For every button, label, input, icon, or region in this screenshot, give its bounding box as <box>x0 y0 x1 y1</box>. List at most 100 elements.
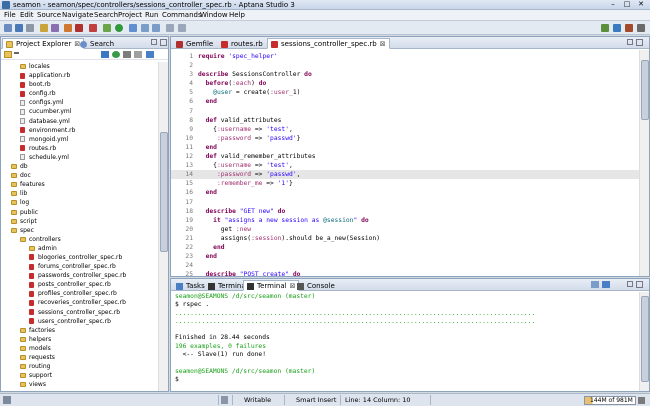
filter-icon[interactable] <box>123 51 131 58</box>
tree-item[interactable]: db <box>1 162 159 171</box>
console-scroll-thumb[interactable] <box>641 296 649 382</box>
code-line[interactable]: 16 end <box>171 188 641 197</box>
tree-item[interactable]: requests <box>1 353 159 362</box>
code-line[interactable]: 19 it "assigns a new session as @session… <box>171 216 641 225</box>
search-icon[interactable] <box>129 24 137 32</box>
tree-item[interactable]: factories <box>1 326 159 335</box>
tree-item[interactable]: config.rb <box>1 89 159 98</box>
tree-item[interactable]: spec <box>1 226 159 235</box>
refresh-icon[interactable] <box>146 51 154 58</box>
tab-console[interactable]: Console <box>293 280 339 291</box>
tree-item[interactable]: public <box>1 208 159 217</box>
view-menu-icon[interactable] <box>134 51 142 58</box>
tree-item[interactable]: locales <box>1 62 159 71</box>
tree-item[interactable]: doc <box>1 171 159 180</box>
editor-scrollbar[interactable] <box>639 50 649 276</box>
tree-item[interactable]: lib <box>1 189 159 198</box>
code-line[interactable]: 6 end <box>171 97 641 106</box>
tree-item[interactable]: log <box>1 198 159 207</box>
code-line[interactable]: 4 before(:each) do <box>171 79 641 88</box>
chevron-down-icon[interactable] <box>14 52 19 57</box>
code-line[interactable]: 14 :password => 'passwd', <box>171 170 641 180</box>
tree-item[interactable]: routes.rb <box>1 144 159 153</box>
tree-item[interactable]: boot.rb <box>1 80 159 89</box>
tree-item[interactable]: passwords_controller_spec.rb <box>1 271 159 280</box>
code-line[interactable]: 9 {:username => 'test', <box>171 125 641 134</box>
tree-item[interactable]: script <box>1 217 159 226</box>
code-line[interactable]: 5 @user = create(:user_1) <box>171 88 641 97</box>
tree-item[interactable]: application.rb <box>1 71 159 80</box>
menu-file[interactable]: File <box>4 11 16 19</box>
tree-item[interactable]: environment.rb <box>1 126 159 135</box>
code-line[interactable]: 18 describe "GET new" do <box>171 207 641 216</box>
code-line[interactable]: 17 <box>171 198 641 207</box>
perspective-more-icon[interactable] <box>637 24 645 32</box>
code-line[interactable]: 22 end <box>171 243 641 252</box>
tree-item[interactable]: support <box>1 371 159 380</box>
editor-scroll-thumb[interactable] <box>641 60 649 120</box>
maximize-button[interactable]: □ <box>620 0 634 9</box>
deploy-icon[interactable] <box>89 24 97 32</box>
menu-project[interactable]: Project <box>118 11 142 19</box>
new-terminal-icon[interactable] <box>602 281 610 288</box>
tab-terminal-2[interactable]: Terminal ⊠ <box>243 280 300 291</box>
perspective-debug-icon[interactable] <box>625 24 633 32</box>
history-icon[interactable] <box>178 24 186 32</box>
tools-icon[interactable] <box>64 24 72 32</box>
code-line[interactable]: 11 end <box>171 143 641 152</box>
menu-window[interactable]: Window <box>200 11 228 19</box>
code-line[interactable]: 15 :remember_me => '1'} <box>171 179 641 188</box>
console-display-icon[interactable] <box>591 281 599 288</box>
code-line[interactable]: 7 <box>171 107 641 116</box>
print-icon[interactable] <box>26 24 34 32</box>
code-line[interactable]: 13 {:username => 'test', <box>171 161 641 170</box>
code-line[interactable]: 3 describe SessionsController do <box>171 70 641 79</box>
settings-icon[interactable] <box>51 24 59 32</box>
minimize-view-icon[interactable] <box>627 39 633 45</box>
tab-search[interactable]: Search <box>76 38 118 49</box>
menu-edit[interactable]: Edit <box>20 11 34 19</box>
minimize-view-icon[interactable] <box>151 39 157 45</box>
code-line[interactable]: 20 get :new <box>171 225 641 234</box>
tree-item[interactable]: models <box>1 344 159 353</box>
explorer-scroll-thumb[interactable] <box>160 132 168 252</box>
terminal-output[interactable]: seamon@SEAMONS /d/src/seamon (master) $ r… <box>175 293 637 391</box>
collapse-all-icon[interactable] <box>101 51 109 58</box>
code-line[interactable]: 8 def valid_attributes <box>171 116 641 125</box>
menu-run[interactable]: Run <box>145 11 158 19</box>
code-line[interactable]: 21 assigns(:session).should be_a_new(Ses… <box>171 234 641 243</box>
tree-item[interactable]: controllers <box>1 235 159 244</box>
close-tab-icon[interactable]: ⊠ <box>380 40 386 48</box>
ruby-icon[interactable] <box>75 24 83 32</box>
run-icon[interactable] <box>115 24 123 32</box>
perspective-ruby-icon[interactable] <box>613 24 621 32</box>
menu-navigate[interactable]: Navigate <box>62 11 93 19</box>
heap-status-bar[interactable]: 144M of 981M <box>584 396 636 405</box>
tab-gemfile[interactable]: Gemfile <box>172 38 217 49</box>
nav-icon[interactable] <box>166 24 174 32</box>
maximize-view-icon[interactable] <box>160 39 167 46</box>
perspective-web-icon[interactable] <box>601 24 609 32</box>
minimize-view-icon[interactable] <box>627 281 633 287</box>
link-editor-icon[interactable] <box>112 51 120 58</box>
tree-item[interactable]: views <box>1 380 159 389</box>
code-line[interactable]: 10 :password => 'passwd'} <box>171 134 641 143</box>
menu-help[interactable]: Help <box>229 11 245 19</box>
tree-item[interactable]: schedule.yml <box>1 153 159 162</box>
save-icon[interactable] <box>15 24 23 32</box>
back-icon[interactable] <box>141 24 149 32</box>
open-project-icon[interactable] <box>40 24 48 32</box>
code-line[interactable]: 2 <box>171 61 641 70</box>
tree-item[interactable]: recoveries_controller_spec.rb <box>1 298 159 307</box>
code-line[interactable]: 23 end <box>171 252 641 261</box>
close-window-button[interactable]: ✕ <box>634 0 648 9</box>
tree-item[interactable]: posts_controller_spec.rb <box>1 280 159 289</box>
code-area[interactable]: 1 require 'spec_helper' 2 3 describe Session… <box>171 52 641 276</box>
tree-item[interactable]: helpers <box>1 335 159 344</box>
tree-item[interactable]: routing <box>1 362 159 371</box>
tree-item[interactable]: features <box>1 180 159 189</box>
tree-item[interactable]: blogories_controller_spec.rb <box>1 253 159 262</box>
tree-item[interactable]: cucumber.yml <box>1 107 159 116</box>
tree-item[interactable]: profiles_controller_spec.rb <box>1 289 159 298</box>
trash-icon[interactable] <box>638 397 645 404</box>
